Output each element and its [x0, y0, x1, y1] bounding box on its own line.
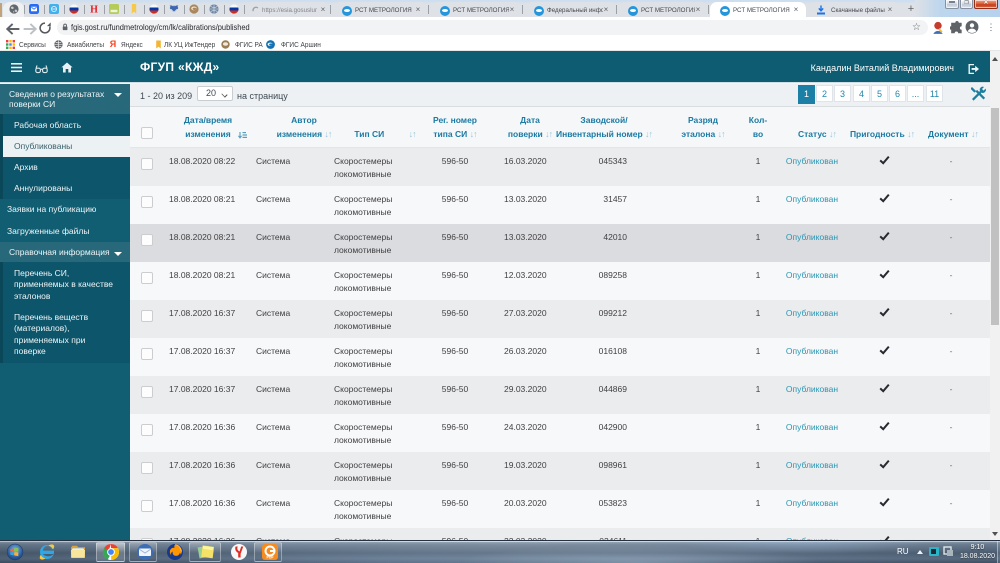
svg-text:H: H [90, 5, 98, 15]
svg-text:PDF: PDF [267, 556, 275, 560]
